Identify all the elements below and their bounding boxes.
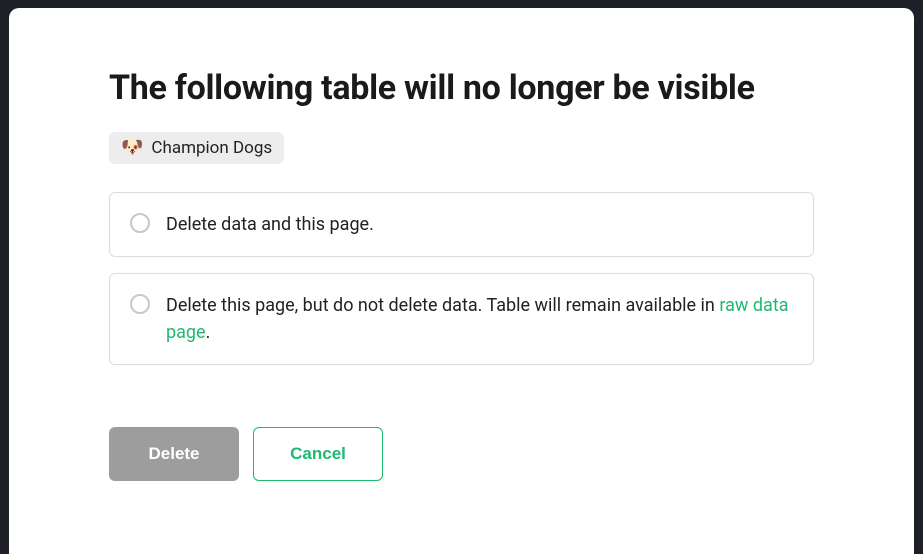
delete-options: Delete data and this page. Delete this p… (109, 192, 814, 365)
radio-icon (130, 294, 150, 314)
table-chip-label: Champion Dogs (151, 138, 272, 158)
option-text: Delete this page, but do not delete data… (166, 292, 793, 346)
dog-icon: 🐶 (121, 139, 143, 157)
option-text: Delete data and this page. (166, 211, 374, 238)
option-text-after: . (206, 322, 211, 343)
delete-table-modal: The following table will no longer be vi… (9, 8, 914, 554)
cancel-button[interactable]: Cancel (253, 427, 383, 481)
option-delete-data-and-page[interactable]: Delete data and this page. (109, 192, 814, 257)
option-text-before: Delete this page, but do not delete data… (166, 295, 719, 316)
table-chip: 🐶 Champion Dogs (109, 132, 284, 164)
radio-icon (130, 213, 150, 233)
option-text-before: Delete data and this page. (166, 214, 374, 235)
modal-actions: Delete Cancel (109, 427, 814, 481)
modal-title: The following table will no longer be vi… (109, 68, 814, 108)
option-delete-page-keep-data[interactable]: Delete this page, but do not delete data… (109, 273, 814, 365)
delete-button[interactable]: Delete (109, 427, 239, 481)
